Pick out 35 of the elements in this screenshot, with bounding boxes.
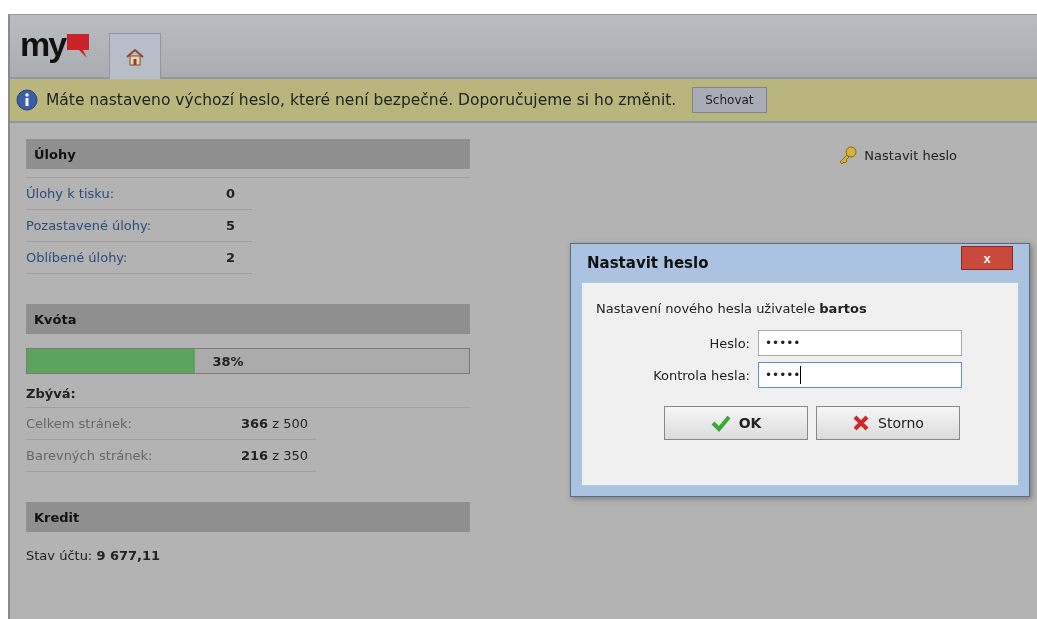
- quota-label: Celkem stránek:: [26, 416, 133, 431]
- dialog-title: Nastavit heslo: [587, 254, 709, 272]
- tasks-link[interactable]: Pozastavené úlohy:: [26, 218, 152, 233]
- hide-button[interactable]: Schovat: [692, 87, 767, 113]
- password-field[interactable]: •••••: [758, 362, 962, 388]
- home-icon: [125, 46, 146, 67]
- set-password-link[interactable]: Nastavit heslo: [838, 141, 957, 169]
- home-tab[interactable]: [109, 33, 162, 79]
- tasks-link[interactable]: Oblíbené úlohy:: [26, 250, 128, 265]
- key-icon: [838, 145, 859, 165]
- info-icon: [16, 89, 38, 111]
- field-label: Kontrola hesla:: [653, 367, 750, 383]
- tasks-link[interactable]: Úlohy k tisku:: [26, 186, 115, 201]
- account-balance: Stav účtu: 9 677,11: [26, 548, 162, 563]
- dialog-message: Nastavení nového hesla uživatele bartos: [596, 301, 868, 316]
- quota-reading: 38%: [212, 353, 244, 369]
- logo-text: my: [20, 27, 66, 61]
- section-header: Kredit: [26, 502, 470, 532]
- ok-button[interactable]: OK: [664, 406, 808, 440]
- check-icon: [710, 414, 731, 432]
- remaining-heading: Zbývá:: [26, 386, 77, 401]
- section-header: Kvóta: [26, 304, 470, 334]
- cancel-button[interactable]: Storno: [816, 406, 960, 440]
- task-count: 5: [226, 218, 236, 233]
- section-header: Úlohy: [26, 139, 470, 169]
- close-button[interactable]: x: [961, 246, 1013, 270]
- cross-icon: [852, 414, 871, 432]
- task-count: 2: [226, 250, 236, 265]
- quota-value: 216 z 350: [241, 448, 309, 463]
- banner-message: Máte nastaveno výchozí heslo, které není bezpečné. Doporučujeme si ho změnit.: [46, 91, 677, 109]
- password-field[interactable]: •••••: [758, 330, 962, 356]
- field-label: Heslo:: [709, 335, 750, 351]
- quota-label: Barevných stránek:: [26, 448, 154, 463]
- task-count: 0: [226, 186, 236, 201]
- quota-value: 366 z 500: [241, 416, 309, 431]
